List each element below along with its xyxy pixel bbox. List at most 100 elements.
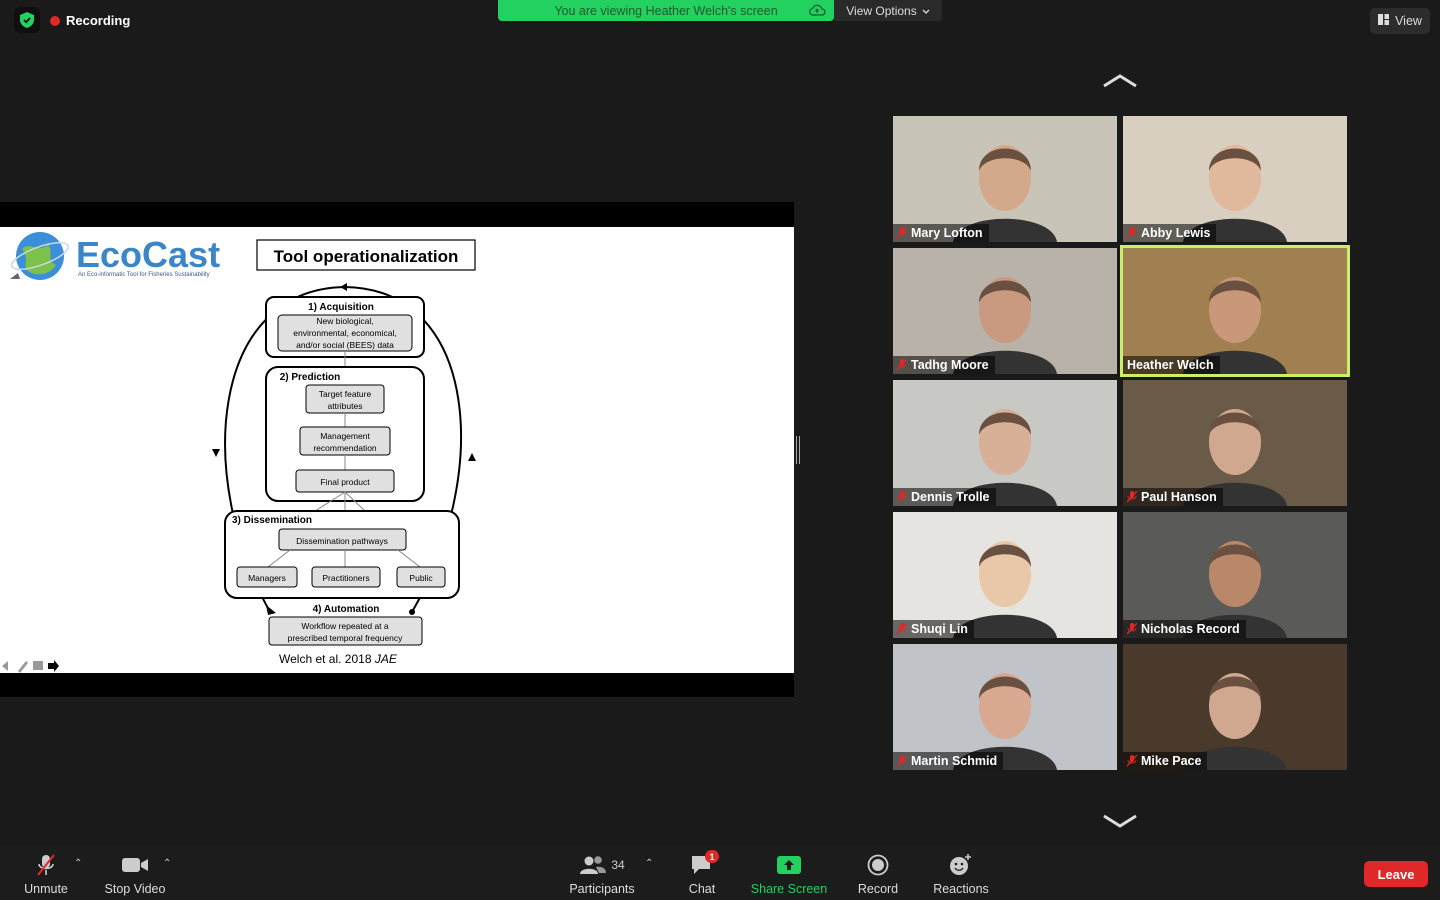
practitioners: Practitioners [322,573,369,583]
chat-label: Chat [688,882,716,896]
unmute-button[interactable]: Unmute [22,852,70,896]
audio-options-caret-icon[interactable]: ⌃ [74,858,82,869]
cloud-icon [808,3,826,20]
participant-video-tile[interactable]: Tadhg Moore [893,248,1117,374]
shared-slide: EcoCast An Eco-informatic Tool for Fishe… [0,227,794,673]
view-options-label: View Options [846,3,917,18]
participant-video-tile[interactable]: Mike Pace [1123,644,1347,770]
view-label: View [1395,14,1422,28]
stop-video-button[interactable]: Stop Video [102,852,168,896]
gallery-prev-button[interactable] [1100,72,1140,92]
share-screen-icon [777,852,801,878]
participant-name-tag: Tadhg Moore [893,356,995,374]
step-dissemination: 3) Dissemination [232,515,312,526]
step-prediction: 2) Prediction [280,372,341,383]
banner-text: You are viewing Heather Welch's screen [554,3,778,18]
microphone-muted-icon [896,358,908,371]
chat-button[interactable]: 1 Chat [682,850,722,896]
chevron-up-icon [1103,74,1137,88]
logo-name: EcoCast [76,234,220,275]
recording-dot-icon [50,15,60,26]
participant-name: Mary Lofton [911,226,983,240]
participants-count: 34 [611,858,625,872]
video-options-caret-icon[interactable]: ⌃ [163,858,171,869]
participants-label: Participants [569,882,635,896]
managers: Managers [248,573,286,583]
participant-name: Paul Hanson [1141,490,1217,504]
workflow-line-2: prescribed temporal frequency [288,633,404,643]
participant-video-tile[interactable]: Abby Lewis [1123,116,1347,242]
microphone-muted-icon [896,490,908,503]
microphone-muted-icon [1126,490,1138,503]
microphone-muted-icon [1126,754,1138,767]
public: Public [409,573,433,583]
smiley-plus-icon [949,852,973,878]
leave-button[interactable]: Leave [1364,861,1428,887]
participant-video-tile[interactable]: Martin Schmid [893,644,1117,770]
pen-icon[interactable] [18,661,28,673]
next-arrow-icon[interactable] [48,660,59,672]
participant-name-tag: Paul Hanson [1123,488,1223,506]
grid-view-icon [1378,14,1390,28]
participant-video-tile[interactable]: Paul Hanson [1123,380,1347,506]
participant-video-tile[interactable]: Mary Lofton [893,116,1117,242]
participant-name: Nicholas Record [1141,622,1240,636]
participant-name: Heather Welch [1127,358,1214,372]
target-line-1: Target feature [319,389,372,399]
share-screen-button[interactable]: Share Screen [750,852,828,896]
participants-button[interactable]: 34 Participants [566,852,638,896]
prev-arrow-icon[interactable] [2,661,8,671]
logo-tagline: An Eco-informatic Tool for Fisheries Sus… [78,272,210,278]
participant-name: Abby Lewis [1141,226,1211,240]
globe-logo-icon [10,232,70,280]
acquisition-line-1: New biological, [316,316,373,326]
chat-badge: 1 [705,850,719,863]
participant-video-tile[interactable]: Dennis Trolle [893,380,1117,506]
pathways: Dissemination pathways [296,536,388,546]
chat-bubble-icon: 1 [690,850,719,878]
unmute-label: Unmute [24,882,68,896]
step-automation: 4) Automation [313,604,380,615]
workflow-line-1: Workflow repeated at a [301,621,389,631]
gallery-next-button[interactable] [1100,810,1140,830]
participant-name-tag: Mary Lofton [893,224,989,242]
chevron-down-icon [922,4,930,18]
microphone-muted-icon [896,226,908,239]
participant-name-tag: Heather Welch [1123,356,1220,374]
participant-name: Mike Pace [1141,754,1202,768]
participant-name: Dennis Trolle [911,490,990,504]
chevron-down-icon [1103,814,1137,828]
record-button[interactable]: Record [855,852,901,896]
slide-nav-controls[interactable] [2,660,59,673]
microphone-muted-icon [33,852,59,878]
citation: Welch et al. 2018 JAE [279,652,398,666]
participant-name: Shuqi Lin [911,622,968,636]
participant-video-tile[interactable]: Heather Welch [1120,245,1350,377]
split-resize-handle[interactable] [796,436,800,464]
management-line-1: Management [320,431,370,441]
participant-name-tag: Mike Pace [1123,752,1208,770]
participant-name-tag: Martin Schmid [893,752,1004,770]
participant-video-tile[interactable]: Nicholas Record [1123,512,1347,638]
slide-menu-icon[interactable] [33,661,43,670]
record-label: Record [857,882,899,896]
microphone-muted-icon [896,622,908,635]
participant-name-tag: Dennis Trolle [893,488,996,506]
view-options-dropdown[interactable]: View Options [834,0,942,21]
share-screen-label: Share Screen [750,882,828,896]
acquisition-line-3: and/or social (BEES) data [296,340,394,350]
leave-label: Leave [1377,866,1415,882]
microphone-muted-icon [1126,622,1138,635]
reactions-button[interactable]: Reactions [930,852,992,896]
record-icon [867,852,889,878]
view-button[interactable]: View [1370,8,1430,34]
security-shield-icon[interactable] [14,7,40,33]
participant-name-tag: Nicholas Record [1123,620,1246,638]
participant-video-tile[interactable]: Shuqi Lin [893,512,1117,638]
management-line-2: recommendation [313,443,377,453]
stop-video-label: Stop Video [104,882,166,896]
step-acquisition: 1) Acquisition [308,302,374,313]
microphone-muted-icon [1126,226,1138,239]
participants-options-caret-icon[interactable]: ⌃ [645,858,653,869]
participants-icon: 34 [579,852,625,878]
